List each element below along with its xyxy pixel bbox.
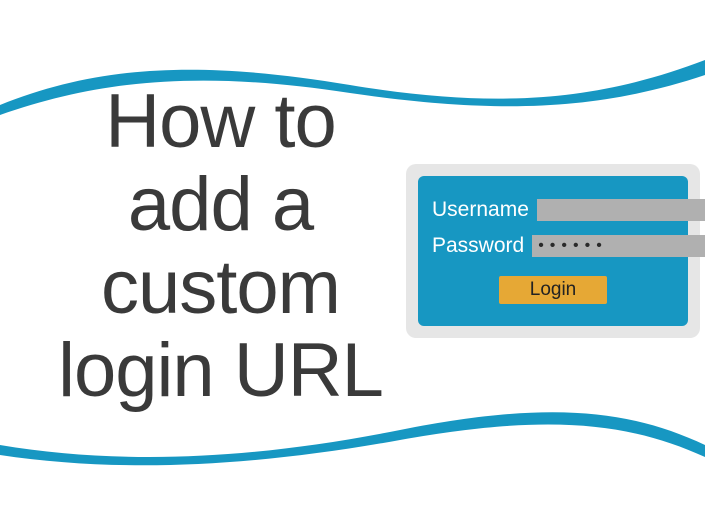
password-row: Password xyxy=(432,234,674,258)
login-button-row: Login xyxy=(432,276,674,304)
username-input[interactable] xyxy=(537,199,705,221)
password-label: Password xyxy=(432,234,524,258)
wave-decoration-bottom xyxy=(0,405,705,475)
username-row: Username xyxy=(432,198,674,222)
login-card: Username Password Login xyxy=(406,164,700,338)
username-label: Username xyxy=(432,198,529,222)
login-button[interactable]: Login xyxy=(499,276,607,304)
page-title: How to add a custom login URL xyxy=(48,80,393,412)
login-panel: Username Password Login xyxy=(418,176,688,326)
password-input[interactable] xyxy=(532,235,705,257)
